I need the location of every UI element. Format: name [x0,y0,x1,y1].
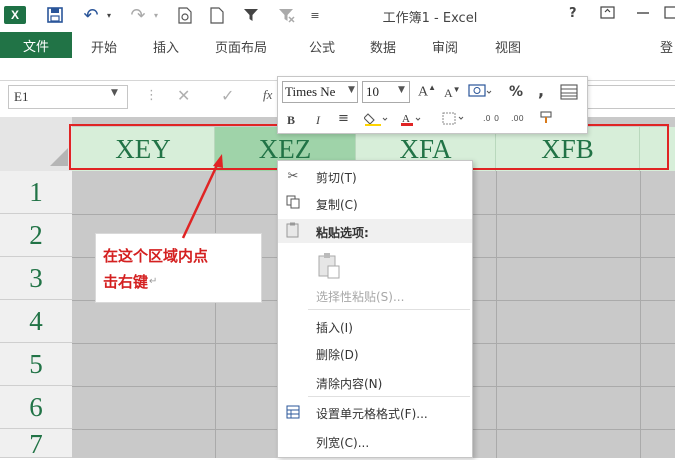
select-all-triangle-icon [50,148,68,166]
tab-page-layout[interactable]: 页面布局 [215,37,267,56]
menu-item-delete[interactable]: 删除(D) [316,346,359,363]
comma-style-button[interactable]: , [538,81,544,100]
name-box-dropdown-icon[interactable]: ▼ [111,88,118,98]
font-size-dropdown-icon[interactable]: ▼ [398,85,405,95]
menu-item-clear-contents[interactable]: 清除内容(N) [316,375,382,392]
excel-logo-icon: X [4,6,26,24]
menu-item-copy[interactable]: 复制(C) [316,196,358,213]
menu-separator [308,309,470,310]
italic-icon[interactable]: I [316,113,320,128]
menu-item-cut[interactable]: 剪切(T) [316,169,357,186]
annotation-line-1: 在这个区域内点 [103,247,209,265]
font-size-value: 10 [366,84,379,99]
row-header-2[interactable]: 2 [0,214,72,257]
ribbon-display-options-icon[interactable] [600,6,615,23]
format-painter-table-icon[interactable] [560,83,578,104]
menu-item-insert[interactable]: 插入(I) [316,319,353,336]
percent-style-button[interactable]: % [509,84,523,100]
font-name-value: Times Ne [285,84,336,99]
tab-data[interactable]: 数据 [370,37,396,56]
tab-insert[interactable]: 插入 [153,37,179,56]
annotation-line-2-wrap: 击右键 ↵ [103,269,258,295]
customize-qat-icon[interactable]: ≡ [308,5,322,25]
window-title: 工作簿1 - Excel [382,11,478,26]
return-mark-icon: ↵ [149,276,158,287]
paste-option-button-icon[interactable] [316,252,342,283]
increase-font-icon[interactable]: A▲ [418,83,436,101]
redo-icon[interactable]: ↷ [127,5,149,26]
print-preview-icon[interactable] [174,5,196,25]
sign-in-link[interactable]: 登 [660,37,673,56]
formula-bar-separator: ⋮ [145,88,158,103]
redo-dropdown-icon[interactable]: ▾ [150,5,162,25]
tab-view[interactable]: 视图 [495,37,521,56]
name-box-value: E1 [14,89,29,104]
borders-icon[interactable] [442,111,468,128]
paste-options-header [278,219,472,243]
menu-item-paste-special: 选择性粘贴(S)... [316,290,405,304]
tab-review[interactable]: 审阅 [432,37,458,56]
accounting-format-icon[interactable] [468,83,492,104]
menu-item-column-width[interactable]: 列宽(C)... [316,434,369,451]
row-header-3[interactable]: 3 [0,257,72,300]
format-painter-icon[interactable] [538,111,556,128]
menu-item-format-cells[interactable]: 设置单元格格式(F)... [316,405,428,422]
font-name-dropdown-icon[interactable]: ▼ [348,85,355,95]
tab-home[interactable]: 开始 [91,37,117,56]
increase-decimal-icon[interactable]: .0 0 [482,111,506,128]
undo-icon[interactable]: ↶ [80,5,102,26]
new-doc-icon[interactable] [206,5,228,25]
confirm-entry-icon[interactable]: ✓ [221,86,234,105]
font-color-icon[interactable]: A [400,111,424,130]
paste-icon [284,222,302,238]
align-center-icon[interactable]: ≡ [338,111,349,126]
cancel-entry-icon[interactable]: ✕ [177,86,190,105]
maximize-icon[interactable] [664,6,675,23]
undo-dropdown-icon[interactable]: ▾ [103,5,115,25]
row-header-5[interactable]: 5 [0,343,72,386]
row-header-1[interactable]: 1 [0,171,72,214]
decrease-decimal-icon[interactable]: .00 [510,111,534,128]
insert-function-button[interactable]: fx [263,87,272,103]
svg-text:0: 0 [494,114,499,123]
help-button[interactable]: ? [569,6,577,21]
row-header-4[interactable]: 4 [0,300,72,343]
save-icon[interactable] [44,5,66,25]
menu-item-paste-options: 粘贴选项: [316,226,369,240]
annotation-line-2: 击右键 [103,273,149,291]
svg-text:.0: .0 [483,114,491,123]
clear-filter-icon[interactable] [276,5,298,25]
annotation-text: 在这个区域内点 击右键 ↵ [103,243,258,295]
fill-color-icon[interactable] [363,112,388,129]
copy-icon [284,194,302,210]
cut-icon: ✂ [287,168,299,184]
format-cells-icon [284,404,302,420]
tab-formulas[interactable]: 公式 [309,37,335,56]
bold-icon[interactable]: B [287,113,295,128]
minimize-icon[interactable] [636,6,650,23]
decrease-font-icon[interactable]: A▼ [444,85,461,101]
tab-file[interactable]: 文件 [0,32,72,58]
svg-text:.00: .00 [511,114,524,123]
menu-separator [308,396,470,397]
row-header-6[interactable]: 6 [0,386,72,429]
row-header-7[interactable]: 7 [0,429,72,459]
filter-icon[interactable] [240,5,262,25]
